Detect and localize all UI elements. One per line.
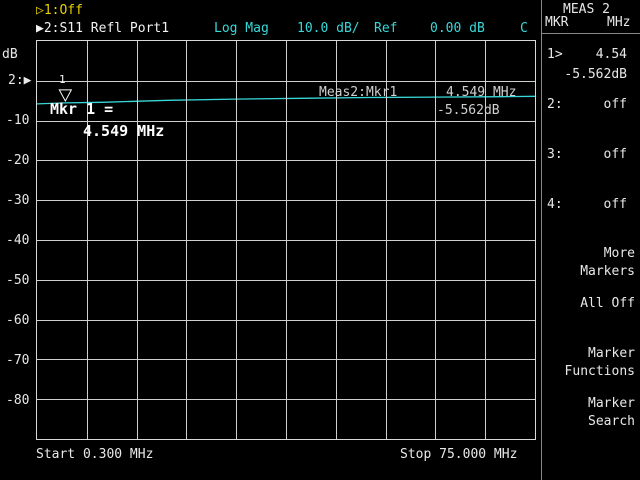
softkey-marker-search-line1: Marker xyxy=(588,396,635,411)
grid-hline xyxy=(37,359,535,360)
softkey-marker-1-subvalue: -5.562dB xyxy=(564,67,627,82)
softkey-marker-3-value: off xyxy=(603,147,627,162)
softkey-marker-search-line2: Search xyxy=(588,414,635,429)
y-tick-label: -30 xyxy=(6,193,30,208)
softkey-marker-4-label: 4: xyxy=(547,197,563,212)
scale-label: 10.0 dB/ xyxy=(297,21,360,36)
y-tick-label: -20 xyxy=(6,153,30,168)
marker-readout-value: -5.562dB xyxy=(437,103,500,118)
softkey-marker-1-label: 1> xyxy=(547,47,563,62)
marker-readout-name: Meas2:Mkr1 xyxy=(319,85,398,100)
softkey-more-markers-line2: Markers xyxy=(580,264,635,279)
softkey-marker-search[interactable]: Marker Search xyxy=(545,395,635,431)
ref-label: Ref xyxy=(374,21,398,36)
format-label: Log Mag xyxy=(214,21,269,36)
softkey-marker-functions-line2: Functions xyxy=(564,364,635,379)
softkey-all-off[interactable]: All Off xyxy=(545,295,635,313)
y-axis-unit: dB xyxy=(2,47,18,62)
marker-label-line1: Mkr 1 = xyxy=(50,100,114,118)
stop-frequency: Stop 75.000 MHz xyxy=(400,447,518,462)
start-frequency: Start 0.300 MHz xyxy=(36,447,154,462)
softkey-marker-1-value: 4.54 xyxy=(595,47,627,62)
y-tick-label: -50 xyxy=(6,273,30,288)
channel2-trace-label[interactable]: ▶2:S11 Refl Port1 xyxy=(36,22,169,35)
marker-label-line2: 4.549 MHz xyxy=(83,122,165,140)
marker-readout-freq: 4.549 MHz xyxy=(446,85,517,100)
y-tick-label: -70 xyxy=(6,353,30,368)
grid-hline xyxy=(37,320,535,321)
marker-number: 1 xyxy=(59,73,66,86)
softkey-marker-2-label: 2: xyxy=(547,97,563,112)
softkey-marker-3-label: 3: xyxy=(547,147,563,162)
softkey-more-markers[interactable]: More Markers xyxy=(545,245,635,281)
softkey-marker-functions[interactable]: Marker Functions xyxy=(545,345,635,381)
grid-hline xyxy=(37,280,535,281)
y-tick-label: -10 xyxy=(6,113,30,128)
grid-vline xyxy=(336,41,337,439)
softkey-marker-2-value: off xyxy=(603,97,627,112)
menu-units-right: MHz xyxy=(607,15,631,30)
menu-divider xyxy=(541,0,542,480)
ref-value: 0.00 dB xyxy=(430,21,485,36)
reference-marker: 2:▶ xyxy=(8,73,32,88)
grid-vline xyxy=(435,41,436,439)
cal-indicator: C xyxy=(520,21,528,36)
softkey-marker-functions-line1: Marker xyxy=(588,346,635,361)
y-tick-label: -80 xyxy=(6,393,30,408)
grid-hline xyxy=(37,399,535,400)
grid-hline xyxy=(37,240,535,241)
menu-title: MEAS 2 xyxy=(563,2,610,17)
grid-vline xyxy=(485,41,486,439)
softkey-all-off-label: All Off xyxy=(580,296,635,311)
menu-units-left: MKR xyxy=(545,15,569,30)
channel1-status: ▷1:Off xyxy=(36,3,83,18)
softkey-marker-4-value: off xyxy=(603,197,627,212)
grid-vline xyxy=(386,41,387,439)
menu-title-divider xyxy=(541,33,640,34)
softkey-more-markers-line1: More xyxy=(603,246,635,261)
y-tick-label: -60 xyxy=(6,313,30,328)
y-tick-label: -40 xyxy=(6,233,30,248)
